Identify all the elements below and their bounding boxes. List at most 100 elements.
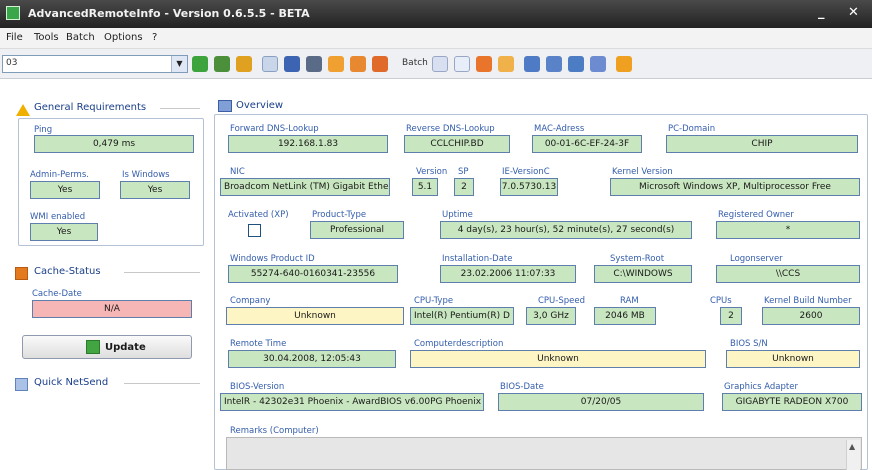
- menu-tools[interactable]: Tools: [34, 32, 59, 43]
- export-icon[interactable]: [328, 56, 344, 72]
- window-title: AdvancedRemoteInfo - Version 0.6.5.5 - B…: [28, 7, 310, 20]
- cache-date-label: Cache-Date: [32, 289, 82, 299]
- company-label: Company: [230, 296, 271, 306]
- cpu-speed-value: 3,0 GHz: [526, 307, 576, 325]
- menu-help[interactable]: ?: [152, 32, 157, 43]
- tools-icon[interactable]: [498, 56, 514, 72]
- pc-domain-label: PC-Domain: [668, 124, 716, 134]
- export-alt-icon[interactable]: [350, 56, 366, 72]
- connect-icon[interactable]: [192, 56, 208, 72]
- computer-combobox[interactable]: 03 ▼: [2, 55, 188, 73]
- sp-value: 2: [454, 178, 474, 196]
- product-type-value: Professional: [310, 221, 404, 239]
- uptime-label: Uptime: [442, 210, 473, 220]
- eye-icon[interactable]: [590, 56, 606, 72]
- remarks-label: Remarks (Computer): [230, 426, 319, 436]
- computer-combobox-value: 03: [6, 58, 18, 68]
- bios-version-value: IntelR - 42302e31 Phoenix - AwardBIOS v6…: [220, 393, 484, 411]
- ping-value: 0,479 ms: [34, 135, 194, 153]
- cache-date-value: N/A: [32, 300, 192, 318]
- admin-perms-value: Yes: [30, 181, 100, 199]
- general-requirements-title: General Requirements: [34, 102, 147, 113]
- remarks-textarea[interactable]: [226, 437, 862, 470]
- menu-file[interactable]: File: [6, 32, 23, 43]
- kernel-build-label: Kernel Build Number: [764, 296, 852, 306]
- print-icon[interactable]: [306, 56, 322, 72]
- company-value: Unknown: [226, 307, 404, 325]
- menu-bar: File Tools Batch Options ?: [0, 28, 872, 49]
- overview-tab[interactable]: Overview: [236, 100, 283, 111]
- admin-perms-label: Admin-Perms.: [30, 170, 89, 180]
- wmi-enabled-value: Yes: [30, 223, 98, 241]
- cpu-type-label: CPU-Type: [414, 296, 454, 306]
- toolbar: 03 ▼ Batch: [0, 49, 872, 79]
- remarks-scrollbar[interactable]: ▲: [846, 440, 860, 470]
- general-requirements-header: General Requirements: [34, 102, 204, 113]
- edit-icon[interactable]: [236, 56, 252, 72]
- reverse-dns-label: Reverse DNS-Lookup: [406, 124, 495, 134]
- save-icon[interactable]: [284, 56, 300, 72]
- tree-icon[interactable]: [546, 56, 562, 72]
- uptime-value: 4 day(s), 23 hour(s), 52 minute(s), 27 s…: [440, 221, 692, 239]
- nic-label: NIC: [230, 167, 245, 177]
- logonserver-label: Logonserver: [730, 254, 783, 264]
- cache-status-title: Cache-Status: [34, 266, 101, 277]
- graphics-adapter-label: Graphics Adapter: [724, 382, 798, 392]
- info-icon[interactable]: [616, 56, 632, 72]
- graphics-adapter-value: GIGABYTE RADEON X700: [722, 393, 862, 411]
- bios-sn-label: BIOS S/N: [730, 339, 768, 349]
- system-root-label: System-Root: [610, 254, 665, 264]
- title-bar: AdvancedRemoteInfo - Version 0.6.5.5 - B…: [0, 0, 872, 28]
- minimize-button[interactable]: _: [818, 5, 825, 20]
- app-icon: [6, 6, 20, 20]
- cpus-label: CPUs: [710, 296, 732, 306]
- bios-version-label: BIOS-Version: [230, 382, 285, 392]
- pc-domain-value: CHIP: [666, 135, 858, 153]
- mac-address-value: 00-01-6C-EF-24-3F: [532, 135, 642, 153]
- update-button[interactable]: Update: [22, 335, 192, 359]
- close-button[interactable]: ✕: [848, 5, 859, 20]
- batch-label[interactable]: Batch: [402, 58, 428, 68]
- remote-time-label: Remote Time: [230, 339, 287, 349]
- cpus-value: 2: [720, 307, 742, 325]
- ie-version-value: 7.0.5730.13: [500, 178, 558, 196]
- is-windows-value: Yes: [120, 181, 190, 199]
- computer-description-label: Computerdescription: [414, 339, 504, 349]
- user-icon[interactable]: [568, 56, 584, 72]
- menu-batch[interactable]: Batch: [66, 32, 95, 43]
- cpu-speed-label: CPU-Speed: [538, 296, 585, 306]
- search-icon[interactable]: [432, 56, 448, 72]
- product-type-label: Product-Type: [312, 210, 367, 220]
- refresh-icon[interactable]: [214, 56, 230, 72]
- activated-checkbox[interactable]: [248, 224, 261, 237]
- version-label: Version: [416, 167, 448, 177]
- product-id-label: Windows Product ID: [230, 254, 315, 264]
- netsend-icon: [15, 378, 28, 391]
- copy-icon[interactable]: [262, 56, 278, 72]
- wmi-enabled-label: WMI enabled: [30, 212, 86, 222]
- folder-icon[interactable]: [454, 56, 470, 72]
- mac-address-label: MAC-Adress: [534, 124, 585, 134]
- remote-time-value: 30.04.2008, 12:05:43: [228, 350, 396, 368]
- bios-sn-value: Unknown: [726, 350, 860, 368]
- kernel-build-value: 2600: [762, 307, 860, 325]
- chevron-down-icon[interactable]: ▼: [171, 56, 187, 72]
- product-id-value: 55274-640-0160341-23556: [228, 265, 398, 283]
- quick-netsend-title[interactable]: Quick NetSend: [34, 377, 108, 388]
- version-value: 5.1: [412, 178, 438, 196]
- ram-label: RAM: [620, 296, 639, 306]
- menu-options[interactable]: Options: [104, 32, 143, 43]
- stop-icon[interactable]: [476, 56, 492, 72]
- cpu-type-value: Intel(R) Pentium(R) D C: [410, 307, 514, 325]
- is-windows-label: Is Windows: [122, 170, 170, 180]
- kernel-version-value: Microsoft Windows XP, Multiprocessor Fre…: [610, 178, 860, 196]
- sp-label: SP: [458, 167, 469, 177]
- forward-dns-value: 192.168.1.83: [228, 135, 388, 153]
- network-icon[interactable]: [524, 56, 540, 72]
- scroll-up-icon[interactable]: ▲: [849, 442, 855, 451]
- installation-date-value: 23.02.2006 11:07:33: [440, 265, 576, 283]
- delete-icon[interactable]: [372, 56, 388, 72]
- logonserver-value: \\CCS: [716, 265, 860, 283]
- activated-label: Activated (XP): [228, 210, 289, 220]
- quick-netsend-header[interactable]: Quick NetSend: [34, 377, 204, 388]
